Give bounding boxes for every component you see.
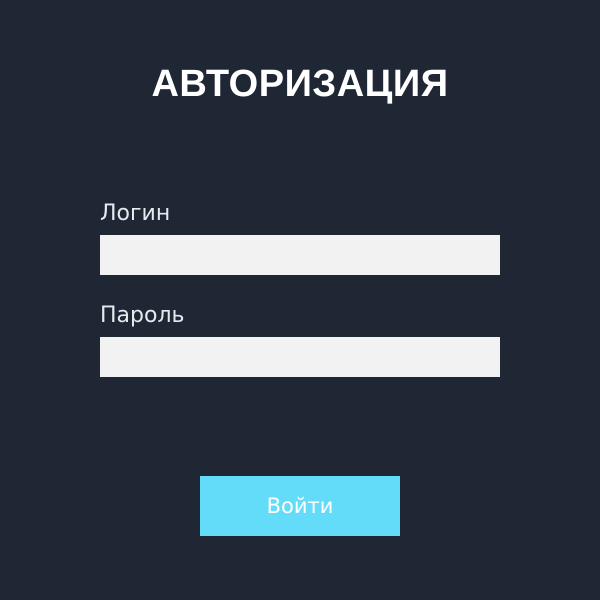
login-input[interactable] [100, 235, 500, 275]
password-label: Пароль [100, 303, 185, 328]
login-button[interactable]: Войти [200, 476, 400, 536]
form-title: АВТОРИЗАЦИЯ [151, 63, 449, 105]
password-input[interactable] [100, 337, 500, 377]
login-label: Логин [100, 201, 171, 226]
